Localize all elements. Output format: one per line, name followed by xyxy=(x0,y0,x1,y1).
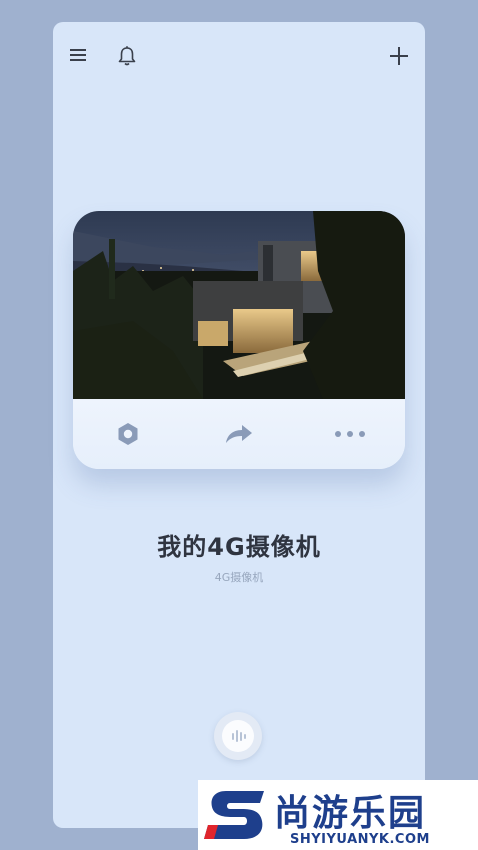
watermark: 尚游乐园 SHYIYUANYK.COM xyxy=(198,780,478,850)
camera-preview-image[interactable] xyxy=(73,211,405,399)
plus-icon[interactable] xyxy=(387,44,411,68)
device-subtitle: 4G摄像机 xyxy=(214,571,264,584)
camera-card[interactable] xyxy=(73,211,405,469)
voice-icon xyxy=(222,720,254,752)
share-icon xyxy=(226,425,252,443)
menu-icon[interactable] xyxy=(67,44,89,66)
gear-icon xyxy=(118,423,138,445)
phone-screen: 我的4G摄像机 4G摄像机 xyxy=(53,22,425,828)
more-icon xyxy=(335,431,365,437)
watermark-url: SHYIYUANYK.COM xyxy=(290,832,430,847)
voice-button[interactable] xyxy=(214,712,262,760)
share-button[interactable] xyxy=(184,399,294,469)
watermark-brand: 尚游乐园 xyxy=(274,793,427,834)
more-button[interactable] xyxy=(295,399,405,469)
camera-card-actions xyxy=(73,399,405,469)
settings-button[interactable] xyxy=(73,399,183,469)
watermark-logo-icon xyxy=(204,791,264,839)
bell-icon[interactable] xyxy=(115,44,139,68)
device-title: 我的4G摄像机 xyxy=(157,533,321,561)
